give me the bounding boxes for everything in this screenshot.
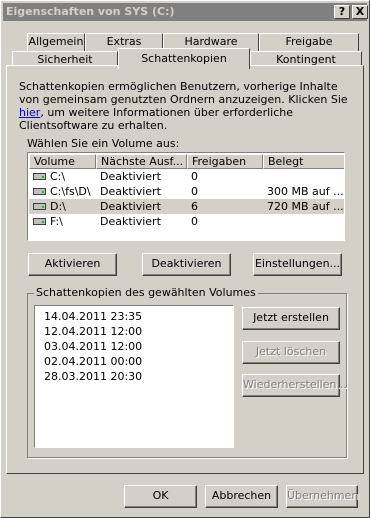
restore-button[interactable]: Wiederherstellen... [242,374,347,397]
volume-cell: D:\ [50,200,66,213]
tab-allgemein[interactable]: Allgemein [27,33,85,51]
next-run-cell: Deaktiviert [100,215,161,228]
column-next-run[interactable]: Nächste Ausf... [96,154,187,169]
volume-cell: F:\ [50,215,63,228]
next-run-cell: Deaktiviert [100,185,161,198]
used-cell: 300 MB auf ... [267,185,344,198]
shadow-copy-list[interactable]: 14.04.2011 23:35 12.04.2011 12:00 03.04.… [34,305,234,448]
next-run-cell: Deaktiviert [100,200,161,213]
shares-cell: 0 [191,185,198,198]
shares-cell: 0 [191,170,198,183]
window-title: Eigenschaften von SYS (C:) [6,5,175,18]
title-bar[interactable]: Eigenschaften von SYS (C:) [3,3,367,21]
shadow-copy-item[interactable]: 14.04.2011 23:35 [44,310,142,323]
apply-button[interactable]: Übernehmen [286,485,358,508]
drive-icon [33,218,46,225]
shares-cell: 0 [191,215,198,228]
used-cell: 720 MB auf ... [267,200,344,213]
volume-cell: C:\ [50,170,66,183]
tab-schattenkopien[interactable]: Schattenkopien [118,48,250,69]
tab-freigabe[interactable]: Freigabe [259,33,359,51]
cancel-button[interactable]: Abbrechen [205,485,278,508]
ok-button[interactable]: OK [124,485,197,508]
info-link[interactable]: hier [19,106,40,119]
shadow-copy-item[interactable]: 02.04.2011 00:00 [44,355,142,368]
settings-button[interactable]: Einstellungen... [253,253,342,276]
deactivate-button[interactable]: Deaktivieren [142,253,231,276]
volume-row[interactable]: F:\ Deaktiviert 0 [29,214,344,229]
shadow-copy-item[interactable]: 28.03.2011 20:30 [44,370,142,383]
shares-cell: 6 [191,200,198,213]
volume-row[interactable]: C:\ Deaktiviert 0 [29,169,344,184]
volume-list-header: Volume Nächste Ausf... Freigaben Belegt [29,154,344,169]
volume-select-label: Wählen Sie ein Volume aus: [27,137,180,150]
close-button[interactable]: X [352,5,368,19]
column-used[interactable]: Belegt [263,154,344,169]
description-text: Schattenkopien ermöglichen Benutzern, vo… [19,80,348,132]
drive-icon [33,188,46,195]
volume-list[interactable]: Volume Nächste Ausf... Freigaben Belegt … [27,152,345,241]
drive-icon [33,173,46,180]
delete-now-button[interactable]: Jetzt löschen [242,341,340,364]
shadow-copy-item[interactable]: 12.04.2011 12:00 [44,325,142,338]
column-shares[interactable]: Freigaben [187,154,263,169]
volume-cell: C:\fs\D\ [50,185,91,198]
activate-button[interactable]: Aktivieren [28,253,117,276]
create-now-button[interactable]: Jetzt erstellen [242,307,340,330]
shadow-copies-group-title: Schattenkopien des gewählten Volumes [34,286,258,299]
volume-row-selected[interactable]: D:\ Deaktiviert 6 720 MB auf ... [29,199,344,214]
shadow-copy-item[interactable]: 03.04.2011 12:00 [44,340,142,353]
column-volume[interactable]: Volume [29,154,96,169]
drive-icon [33,203,46,210]
next-run-cell: Deaktiviert [100,170,161,183]
volume-row[interactable]: C:\fs\D\ Deaktiviert 0 300 MB auf ... [29,184,344,199]
help-button[interactable]: ? [334,5,350,19]
